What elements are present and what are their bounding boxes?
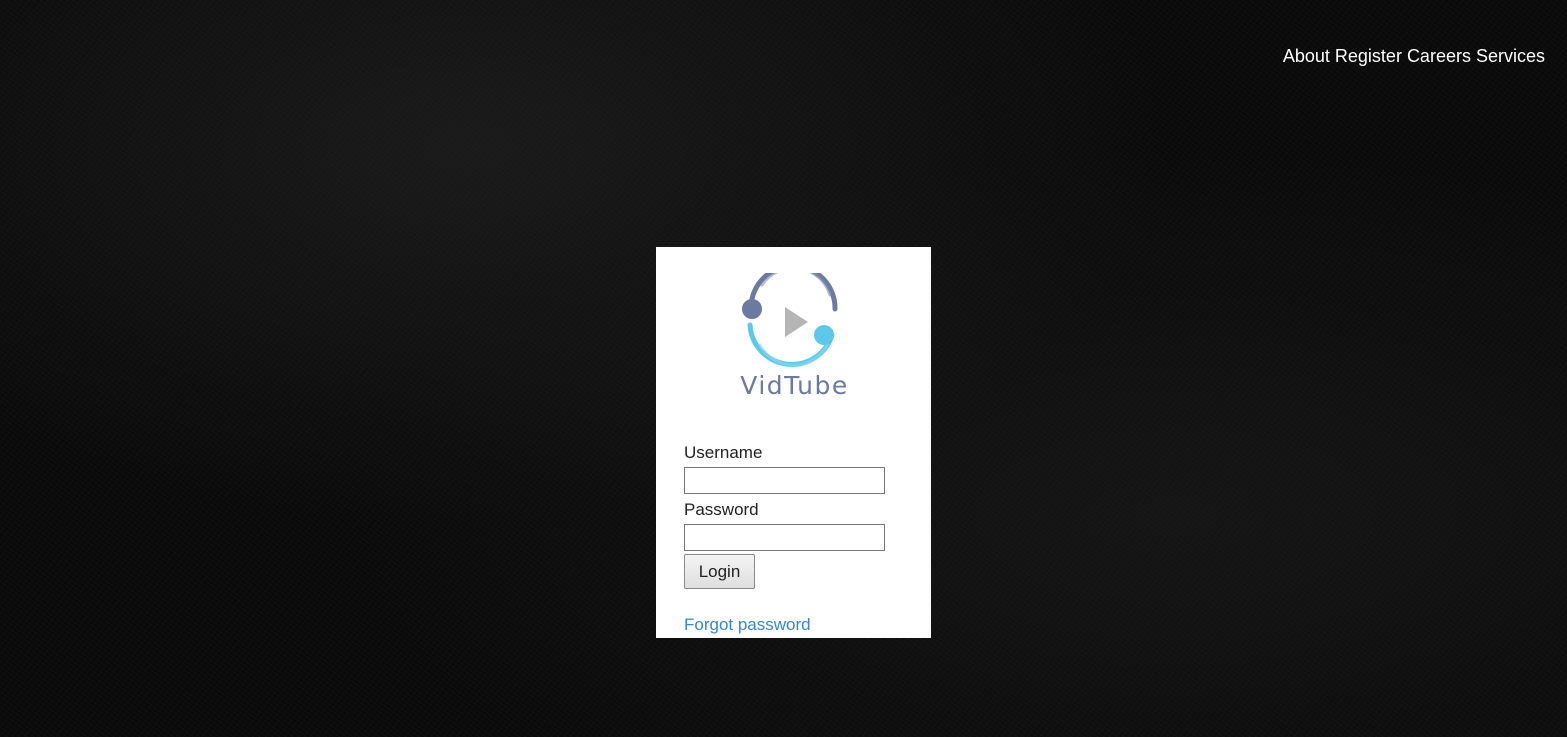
- top-nav: About Register Careers Services: [1283, 46, 1545, 67]
- login-card: VidTube Username Password Login Forgot p…: [656, 247, 931, 638]
- nav-register-link[interactable]: Register: [1335, 46, 1402, 67]
- username-label: Username: [684, 443, 763, 462]
- vidtube-logo-icon: [742, 273, 838, 367]
- nav-careers-link[interactable]: Careers: [1407, 46, 1471, 67]
- username-input[interactable]: [684, 467, 885, 494]
- forgot-password-link[interactable]: Forgot password: [684, 615, 811, 635]
- brand-name: VidTube: [740, 371, 849, 400]
- brand-logo: VidTube: [732, 273, 857, 408]
- password-input[interactable]: [684, 524, 885, 551]
- login-form: Username Password Login Forgot password: [684, 443, 904, 635]
- password-label: Password: [684, 500, 759, 519]
- nav-about-link[interactable]: About: [1283, 46, 1330, 67]
- nav-services-link[interactable]: Services: [1476, 46, 1545, 67]
- login-button[interactable]: Login: [684, 554, 755, 589]
